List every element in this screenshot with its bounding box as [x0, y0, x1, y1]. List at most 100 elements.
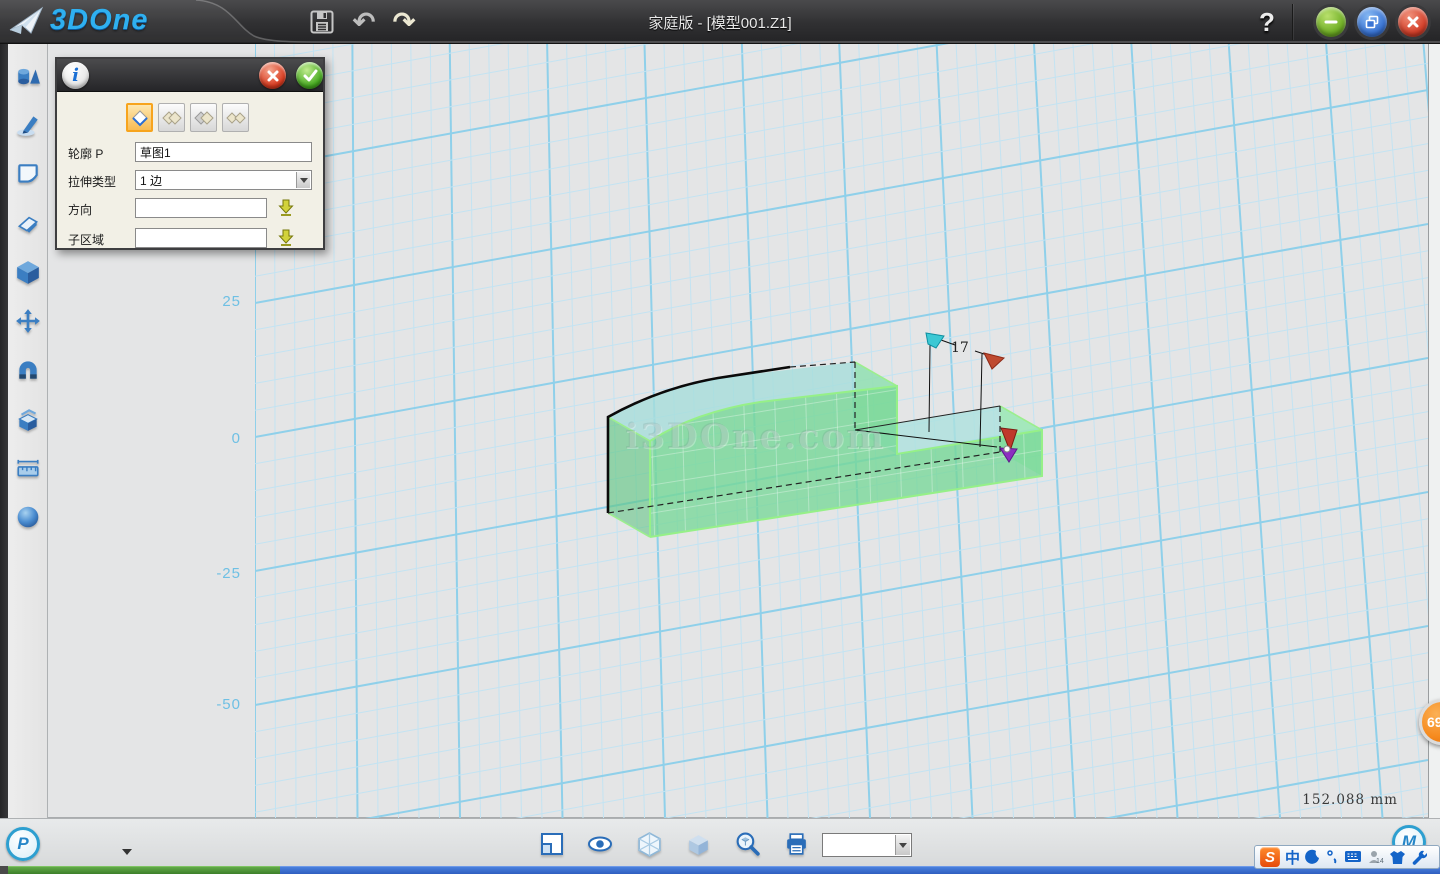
magnifier-icon: [734, 831, 761, 858]
viewport-layout-button[interactable]: [538, 831, 566, 857]
move-arrows-icon: [15, 308, 41, 334]
zoom-button[interactable]: [733, 831, 761, 857]
profile-badge-letter: P: [17, 834, 28, 854]
wireframe-view-button[interactable]: [635, 831, 663, 857]
subregion-label: 子区域: [68, 231, 104, 248]
extrude-type-label: 拉伸类型: [68, 173, 116, 190]
wrench-icon: [1411, 849, 1427, 865]
dialog-cancel-button[interactable]: [259, 62, 286, 89]
extrude-mode-base-button[interactable]: [126, 103, 153, 132]
axis-label-minus25: -25: [216, 565, 241, 582]
profile-menu-caret[interactable]: [122, 849, 132, 855]
sphere-render-icon: [15, 504, 41, 530]
ime-toolbar: S 中 14: [1254, 845, 1440, 869]
extrude-mode-intersect-button[interactable]: [222, 103, 249, 132]
taskbar-app-green[interactable]: [8, 866, 280, 874]
sidebar-tool-sketch[interactable]: [10, 107, 46, 143]
axis-labels: 25 0 -25 -50: [216, 293, 241, 713]
extrude-type-select[interactable]: 1 边: [135, 170, 312, 190]
extrude-type-value: 1 边: [140, 172, 162, 189]
extruded-model[interactable]: [608, 337, 1050, 550]
close-button[interactable]: [1398, 7, 1428, 37]
subregion-pick-icon[interactable]: [277, 228, 295, 247]
sidebar-tool-measure[interactable]: [10, 450, 46, 486]
extrude-mode-subtract-button[interactable]: [190, 103, 217, 132]
os-taskbar: [0, 866, 1440, 874]
minimize-icon: [1324, 15, 1338, 29]
moon-icon: [1305, 849, 1321, 865]
extrude-dialog: i: [55, 57, 325, 250]
punctuation-button[interactable]: [1326, 847, 1339, 867]
ruler-measure-icon: [15, 455, 41, 481]
profile-label: 轮廓 P: [68, 145, 103, 162]
dialog-ok-button[interactable]: [296, 62, 323, 89]
login-count: 14: [1376, 858, 1384, 865]
wireframe-cube-icon: [636, 831, 663, 858]
diamond-base-icon: [130, 108, 150, 128]
window-left-edge: [0, 44, 8, 818]
axis-label-minus50: -50: [216, 696, 241, 713]
titlebar: 3DOne ↶ ↷ 家庭版 - [模型001.Z1] ?: [0, 0, 1440, 44]
close-icon: [1406, 15, 1420, 29]
sogou-logo-icon[interactable]: S: [1260, 847, 1280, 867]
save-button[interactable]: [308, 8, 336, 36]
diamond-intersect-icon: [226, 108, 246, 128]
redo-icon: ↷: [393, 9, 416, 35]
sidebar-tool-plane[interactable]: [10, 156, 46, 192]
coordinate-readout: 152.088 mm: [1302, 792, 1398, 808]
user-login-icon: 14: [1367, 849, 1384, 865]
profile-badge[interactable]: P: [6, 827, 40, 861]
help-button[interactable]: ?: [1252, 2, 1282, 42]
sidebar-tool-primitives[interactable]: [10, 58, 46, 94]
dropdown-arrow-icon[interactable]: [895, 835, 910, 855]
eye-icon: [586, 831, 614, 857]
full-half-width-button[interactable]: [1305, 847, 1321, 867]
info-icon: i: [62, 62, 89, 89]
axis-label-0: 0: [232, 430, 241, 447]
chevron-down-icon[interactable]: [296, 172, 310, 188]
login-account-button[interactable]: 14: [1367, 847, 1384, 867]
extrude-mode-add-button[interactable]: [158, 103, 185, 132]
shaded-view-button[interactable]: [684, 831, 712, 857]
solid-primitives-icon: [15, 63, 41, 89]
sidebar-tool-erase[interactable]: [10, 205, 46, 241]
dimension-handle-cyan-flag[interactable]: [926, 333, 944, 348]
undo-icon: ↶: [353, 9, 376, 35]
skin-button[interactable]: [1389, 847, 1406, 867]
ime-settings-button[interactable]: [1411, 847, 1427, 867]
shaded-cube-icon: [685, 831, 712, 858]
axis-label-25: 25: [222, 293, 241, 310]
sidebar-tool-transform[interactable]: [10, 303, 46, 339]
direction-pick-icon[interactable]: [277, 198, 295, 217]
undo-button[interactable]: ↶: [350, 8, 378, 36]
notification-count: 69: [1427, 714, 1440, 730]
sidebar-tool-render[interactable]: [10, 499, 46, 535]
sidebar-tool-constraint[interactable]: [10, 352, 46, 388]
chinese-mode-label: 中: [1285, 847, 1300, 868]
minimize-button[interactable]: [1316, 7, 1346, 37]
redo-button[interactable]: ↷: [390, 8, 418, 36]
visibility-button[interactable]: [586, 831, 614, 857]
extrude-dialog-header: i: [57, 59, 323, 92]
punctuation-icon: [1326, 849, 1339, 865]
printer-icon: [783, 831, 810, 858]
paper-plane-icon: [8, 5, 44, 37]
pencil-sketch-icon: [15, 112, 41, 138]
titlebar-separator: [1292, 4, 1293, 40]
ok-check-icon: [302, 69, 318, 83]
direction-input[interactable]: [135, 198, 267, 218]
sketch-plane-icon: [15, 161, 41, 187]
application-window: 3DOne ↶ ↷ 家庭版 - [模型001.Z1] ?: [0, 0, 1440, 874]
viewport-layout-icon: [539, 831, 565, 857]
sidebar-tool-combine[interactable]: [10, 401, 46, 437]
sidebar-tool-feature[interactable]: [10, 254, 46, 290]
soft-keyboard-button[interactable]: [1344, 847, 1362, 867]
dimension-value: 17: [951, 340, 969, 356]
print-button[interactable]: [782, 831, 810, 857]
subregion-input[interactable]: [135, 228, 267, 248]
restore-button[interactable]: [1357, 7, 1387, 37]
view-preset-dropdown[interactable]: [822, 833, 912, 857]
chinese-mode-button[interactable]: 中: [1285, 847, 1300, 867]
profile-input[interactable]: [135, 142, 312, 162]
keyboard-icon: [1344, 850, 1362, 864]
